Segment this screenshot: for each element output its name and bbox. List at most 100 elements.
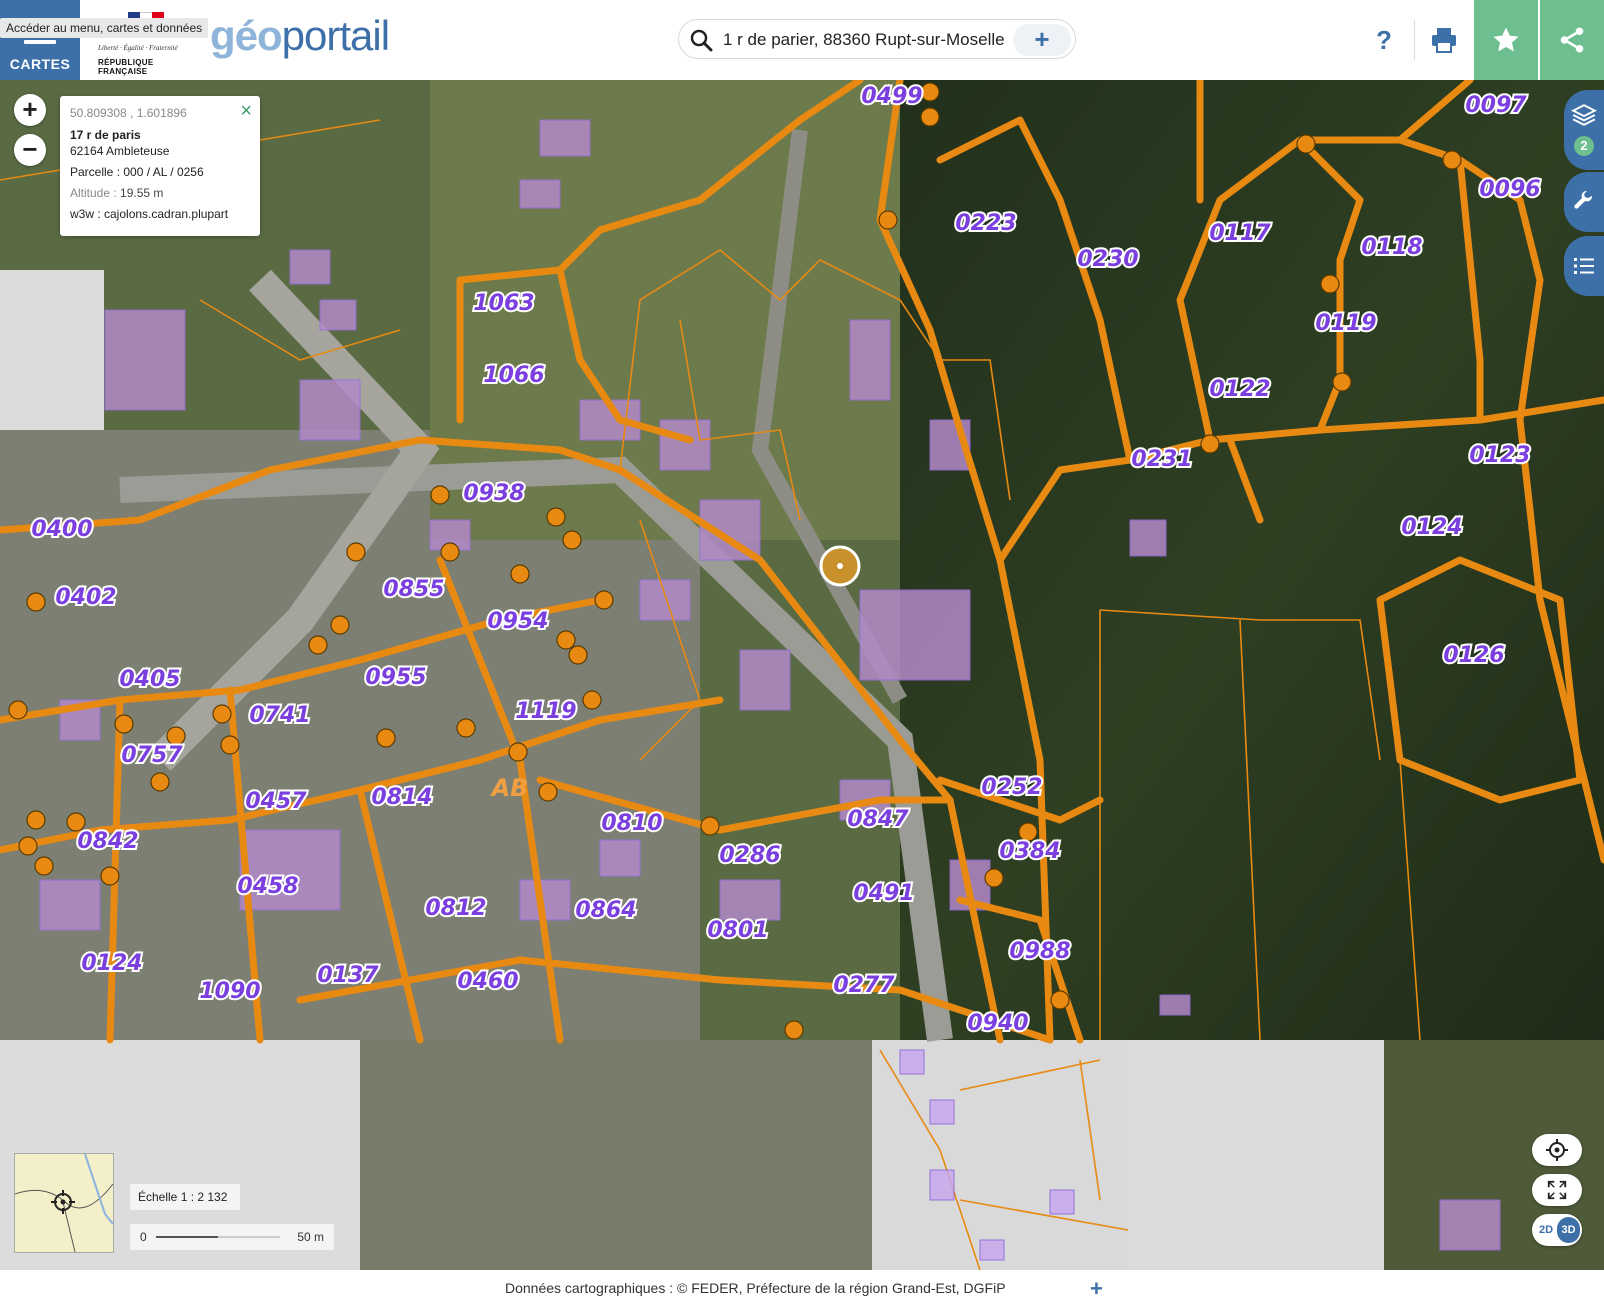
scale-line xyxy=(156,1236,280,1238)
view-mode-toggle[interactable]: 2D 3D xyxy=(1532,1214,1582,1246)
parcel-label: 0126 xyxy=(1443,643,1504,668)
parcel-label: 1066 xyxy=(483,363,544,388)
scale-meters: 50 m xyxy=(297,1230,324,1244)
vertex-point xyxy=(784,1020,804,1040)
parcel-label: 0286 xyxy=(719,843,780,868)
parcel-label: 1119 xyxy=(515,699,576,724)
parcel-label: 0801 xyxy=(707,918,768,943)
parcel-label: 0231 xyxy=(1131,447,1192,472)
menu-label: CARTES xyxy=(9,56,71,72)
wrench-icon xyxy=(1574,190,1593,209)
scale-ratio: Échelle 1 : 2 132 xyxy=(130,1184,240,1210)
mode-3d-button[interactable]: 3D xyxy=(1557,1217,1580,1243)
location-marker[interactable] xyxy=(819,545,861,587)
scale-zero: 0 xyxy=(140,1230,147,1244)
favorites-button[interactable] xyxy=(1474,0,1538,80)
aerial-tile xyxy=(360,1040,872,1270)
parcel-label: 0855 xyxy=(383,577,444,602)
building xyxy=(104,309,186,411)
map-canvas[interactable]: 0499 0097 0223 0096 0230 0117 0118 1063 0119 1066… xyxy=(0,80,1604,1270)
building xyxy=(599,839,641,877)
cadastre-building xyxy=(929,1169,955,1201)
parcel-label: 0460 xyxy=(457,969,518,994)
building xyxy=(719,879,781,921)
zoom-out-button[interactable]: − xyxy=(14,134,46,166)
share-icon xyxy=(1560,27,1584,53)
popup-city: 62164 Ambleteuse xyxy=(70,144,170,158)
vertex-point xyxy=(556,630,576,650)
parcel-label: 0499 xyxy=(861,84,922,109)
parcel-label: 0458 xyxy=(237,874,298,899)
help-button[interactable]: ? xyxy=(1354,0,1414,80)
parcel-label: 0741 xyxy=(249,703,310,728)
fullscreen-button[interactable] xyxy=(1532,1174,1582,1206)
parcel-label: 0118 xyxy=(1361,235,1422,260)
parcel-label: 0757 xyxy=(121,743,183,768)
geolocate-button[interactable] xyxy=(1532,1134,1582,1166)
parcel-label: 0252 xyxy=(981,775,1042,800)
attribution-text: Données cartographiques : © FEDER, Préfe… xyxy=(505,1280,1006,1296)
logo-portail: portail xyxy=(281,12,390,59)
zoom-in-button[interactable]: + xyxy=(14,94,46,126)
vertex-point xyxy=(114,714,134,734)
parcel-label: 0842 xyxy=(77,829,138,854)
parcel-label: 0938 xyxy=(463,481,524,506)
mode-2d-button[interactable]: 2D xyxy=(1534,1217,1558,1243)
vertex-point xyxy=(456,718,476,738)
cadastre-building xyxy=(979,1239,1005,1261)
building xyxy=(739,649,791,711)
advanced-search-button[interactable]: + xyxy=(1013,24,1071,56)
parcel-label: AB xyxy=(490,774,529,802)
share-button[interactable] xyxy=(1540,0,1604,80)
geoportail-app: CARTES Accéder au menu, cartes et donnée… xyxy=(0,0,1604,1307)
parcel-label: 0096 xyxy=(1479,177,1540,202)
building xyxy=(299,379,361,441)
popup-altitude: Altitude : 19.55 m xyxy=(70,186,250,200)
vertex-point xyxy=(1442,150,1462,170)
list-icon xyxy=(1574,258,1594,274)
popup-parcel: Parcelle : 000 / AL / 0256 xyxy=(70,165,204,179)
cadastre-building xyxy=(1049,1189,1075,1215)
parcel-label: 0847 xyxy=(847,807,909,832)
layers-manager-button[interactable]: 2 xyxy=(1564,90,1604,170)
location-popup: 50.809308 , 1.601896 × 17 r de paris 621… xyxy=(60,96,260,236)
parcel-label: 1090 xyxy=(199,979,260,1004)
tools-button[interactable] xyxy=(1564,172,1604,232)
vertex-point xyxy=(594,590,614,610)
star-icon xyxy=(1493,27,1519,52)
vertex-point xyxy=(330,615,350,635)
building xyxy=(319,299,357,331)
popup-close-button[interactable]: × xyxy=(240,100,252,123)
layers-icon xyxy=(1571,104,1597,126)
vertex-point xyxy=(1050,990,1070,1010)
vertex-point xyxy=(34,856,54,876)
parcel-label: 0864 xyxy=(575,898,636,923)
marianne-republic: RÉPUBLIQUE FRANÇAISE xyxy=(98,58,154,76)
search-input[interactable]: 1 r de parier, 88360 Rupt-sur-Moselle xyxy=(723,30,1005,50)
geoportail-logo[interactable]: géoportail xyxy=(210,12,390,60)
vertex-point xyxy=(430,485,450,505)
overview-minimap[interactable] xyxy=(14,1153,114,1253)
minimap-canvas xyxy=(15,1154,113,1252)
vertex-point xyxy=(920,82,940,102)
logo-geo: géo xyxy=(210,12,283,59)
parcel-label: 0097 xyxy=(1465,93,1527,118)
building xyxy=(39,879,101,931)
vertex-point xyxy=(100,866,120,886)
attribution-expand-button[interactable]: + xyxy=(1090,1276,1103,1302)
menu-tooltip: Accéder au menu, cartes et données xyxy=(0,18,209,38)
vertex-point xyxy=(220,735,240,755)
attribution-bar: Données cartographiques : © FEDER, Préfe… xyxy=(0,1270,1604,1307)
vertex-point xyxy=(984,868,1004,888)
map-view[interactable]: 0499 0097 0223 0096 0230 0117 0118 1063 0119 1066… xyxy=(0,80,1604,1270)
scale-bar: 0 50 m xyxy=(130,1224,334,1250)
menu-button[interactable]: CARTES xyxy=(0,0,80,80)
target-icon xyxy=(1546,1139,1568,1161)
search-icon xyxy=(690,29,713,52)
parcel-label: 0223 xyxy=(955,211,1016,236)
parcel-label: 1063 xyxy=(473,291,534,316)
legend-button[interactable] xyxy=(1564,236,1604,296)
print-button[interactable] xyxy=(1414,0,1474,80)
search-box[interactable]: 1 r de parier, 88360 Rupt-sur-Moselle + xyxy=(678,19,1076,59)
building xyxy=(849,319,891,401)
